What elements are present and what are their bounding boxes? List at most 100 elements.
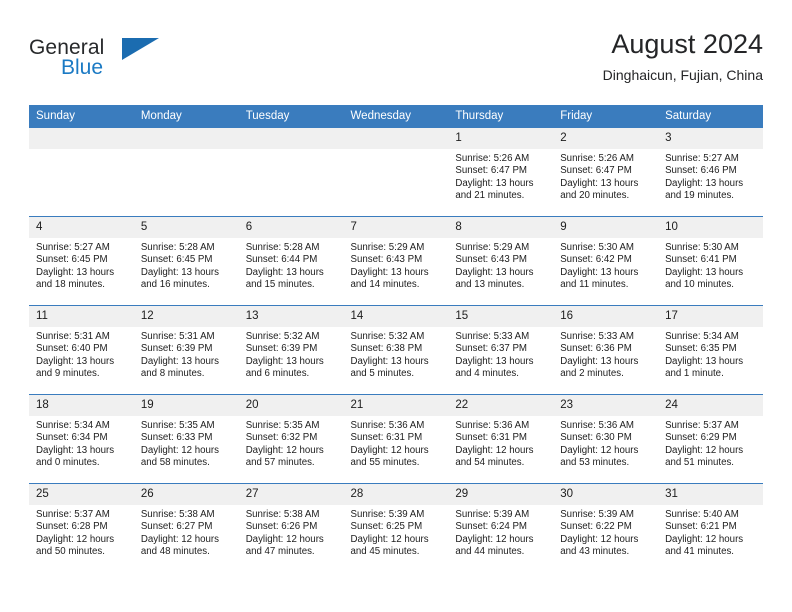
day-cell-inner: 21 Sunrise: 5:36 AM Sunset: 6:31 PM Dayligh… xyxy=(343,395,449,483)
calendar-day-cell[interactable]: 7 Sunrise: 5:29 AM Sunset: 6:43 PM Daylight… xyxy=(343,216,449,306)
calendar-day-cell[interactable]: 11 Sunrise: 5:31 AM Sunset: 6:40 PM Dayligh… xyxy=(29,305,134,395)
calendar-day-cell[interactable]: 30 Sunrise: 5:39 AM Sunset: 6:22 PM Dayligh… xyxy=(553,483,659,572)
calendar-day-cell[interactable]: 5 Sunrise: 5:28 AM Sunset: 6:45 PM Daylight… xyxy=(133,216,239,306)
daylight-hours-text: Daylight: 13 hours xyxy=(350,266,429,278)
calendar-week-row: 18 Sunrise: 5:34 AM Sunset: 6:34 PM Dayligh… xyxy=(29,394,763,484)
calendar-day-cell[interactable]: 27 Sunrise: 5:38 AM Sunset: 6:26 PM Dayligh… xyxy=(238,483,344,572)
calendar-day-cell[interactable]: 1 Sunrise: 5:26 AM Sunset: 6:47 PM Daylight… xyxy=(448,128,554,217)
calendar-day-cell[interactable]: 3 Sunrise: 5:27 AM Sunset: 6:46 PM Daylight… xyxy=(658,128,763,217)
day-cell-inner: 26 Sunrise: 5:38 AM Sunset: 6:27 PM Dayligh… xyxy=(133,484,239,572)
weekday-header-monday: Monday xyxy=(133,105,239,128)
calendar-day-cell[interactable]: 24 Sunrise: 5:37 AM Sunset: 6:29 PM Dayligh… xyxy=(658,394,763,484)
general-blue-logo[interactable]: General Blue xyxy=(29,36,249,88)
sunset-text: Sunset: 6:39 PM xyxy=(245,343,318,355)
daylight-minutes-text: and 0 minutes. xyxy=(36,457,100,469)
day-sun-info: Sunrise: 5:37 AM Sunset: 6:29 PM Daylight:… xyxy=(658,416,763,470)
calendar-week-row: 1 Sunrise: 5:26 AM Sunset: 6:47 PM Daylight… xyxy=(29,128,763,217)
daylight-minutes-text: and 8 minutes. xyxy=(140,368,205,380)
daylight-minutes-text: and 4 minutes. xyxy=(455,368,519,380)
day-number: 13 xyxy=(238,306,344,327)
sunrise-text: Sunrise: 5:39 AM xyxy=(560,509,634,520)
daylight-hours-text: Daylight: 12 hours xyxy=(350,444,429,456)
day-number: 17 xyxy=(658,306,763,327)
day-number: 2 xyxy=(553,128,659,149)
day-cell-inner: 17 Sunrise: 5:34 AM Sunset: 6:35 PM Dayligh… xyxy=(658,306,763,394)
day-cell-inner: 27 Sunrise: 5:38 AM Sunset: 6:26 PM Dayligh… xyxy=(238,484,344,572)
calendar-day-cell[interactable]: 6 Sunrise: 5:28 AM Sunset: 6:44 PM Daylight… xyxy=(238,216,344,306)
daylight-hours-text: Daylight: 12 hours xyxy=(140,533,219,545)
day-cell-inner xyxy=(238,128,344,216)
day-number: 8 xyxy=(448,217,554,238)
day-sun-info: Sunrise: 5:38 AM Sunset: 6:26 PM Daylight:… xyxy=(239,505,344,559)
calendar-day-cell[interactable]: 4 Sunrise: 5:27 AM Sunset: 6:45 PM Daylight… xyxy=(29,216,134,306)
day-sun-info: Sunrise: 5:39 AM Sunset: 6:25 PM Daylight:… xyxy=(344,505,449,559)
daylight-hours-text: Daylight: 13 hours xyxy=(455,266,534,278)
calendar-body: 1 Sunrise: 5:26 AM Sunset: 6:47 PM Daylight… xyxy=(29,128,763,572)
calendar-day-cell[interactable]: 8 Sunrise: 5:29 AM Sunset: 6:43 PM Daylight… xyxy=(448,216,554,306)
day-number: 15 xyxy=(448,306,554,327)
sunset-text: Sunset: 6:28 PM xyxy=(36,521,108,533)
calendar-day-cell[interactable]: 17 Sunrise: 5:34 AM Sunset: 6:35 PM Dayligh… xyxy=(658,305,763,395)
daylight-minutes-text: and 57 minutes. xyxy=(245,457,315,469)
sunrise-text: Sunrise: 5:28 AM xyxy=(140,242,215,253)
sunset-text: Sunset: 6:31 PM xyxy=(350,432,423,444)
calendar-day-cell[interactable]: 13 Sunrise: 5:32 AM Sunset: 6:39 PM Dayligh… xyxy=(238,305,344,395)
calendar-day-cell[interactable]: 22 Sunrise: 5:36 AM Sunset: 6:31 PM Dayligh… xyxy=(448,394,554,484)
calendar-day-cell[interactable]: 12 Sunrise: 5:31 AM Sunset: 6:39 PM Dayligh… xyxy=(133,305,239,395)
day-number: 7 xyxy=(343,217,449,238)
day-cell-inner xyxy=(343,128,449,216)
daylight-minutes-text: and 55 minutes. xyxy=(350,457,420,469)
day-cell-inner: 8 Sunrise: 5:29 AM Sunset: 6:43 PM Daylight… xyxy=(448,217,554,305)
day-sun-info: Sunrise: 5:27 AM Sunset: 6:45 PM Daylight:… xyxy=(29,238,134,292)
calendar-day-cell[interactable]: 29 Sunrise: 5:39 AM Sunset: 6:24 PM Dayligh… xyxy=(448,483,554,572)
day-cell-inner: 22 Sunrise: 5:36 AM Sunset: 6:31 PM Dayligh… xyxy=(448,395,554,483)
day-number: 4 xyxy=(29,217,134,238)
day-number: 21 xyxy=(343,395,449,416)
day-sun-info: Sunrise: 5:29 AM Sunset: 6:43 PM Daylight:… xyxy=(448,238,553,292)
day-cell-inner: 20 Sunrise: 5:35 AM Sunset: 6:32 PM Dayligh… xyxy=(238,395,344,483)
sunrise-text: Sunrise: 5:32 AM xyxy=(245,331,320,342)
sunrise-text: Sunrise: 5:34 AM xyxy=(36,420,110,431)
calendar-day-cell[interactable]: 16 Sunrise: 5:33 AM Sunset: 6:36 PM Dayligh… xyxy=(553,305,659,395)
calendar-day-cell[interactable]: 28 Sunrise: 5:39 AM Sunset: 6:25 PM Dayligh… xyxy=(343,483,449,572)
daylight-minutes-text: and 2 minutes. xyxy=(560,368,624,380)
calendar-day-cell[interactable]: 15 Sunrise: 5:33 AM Sunset: 6:37 PM Dayligh… xyxy=(448,305,554,395)
day-cell-inner xyxy=(29,128,134,216)
day-cell-inner: 15 Sunrise: 5:33 AM Sunset: 6:37 PM Dayligh… xyxy=(448,306,554,394)
sunset-text: Sunset: 6:38 PM xyxy=(350,343,423,355)
sunset-text: Sunset: 6:35 PM xyxy=(665,343,737,355)
calendar-week-row: 25 Sunrise: 5:37 AM Sunset: 6:28 PM Dayligh… xyxy=(29,483,763,572)
sunset-text: Sunset: 6:22 PM xyxy=(560,521,632,533)
calendar-day-cell[interactable]: 21 Sunrise: 5:36 AM Sunset: 6:31 PM Dayligh… xyxy=(343,394,449,484)
daylight-minutes-text: and 41 minutes. xyxy=(665,546,734,558)
sunset-text: Sunset: 6:25 PM xyxy=(350,521,423,533)
daylight-minutes-text: and 45 minutes. xyxy=(350,546,420,558)
calendar-day-cell[interactable]: 14 Sunrise: 5:32 AM Sunset: 6:38 PM Dayligh… xyxy=(343,305,449,395)
day-sun-info: Sunrise: 5:36 AM Sunset: 6:31 PM Daylight:… xyxy=(448,416,553,470)
calendar-day-cell[interactable]: 18 Sunrise: 5:34 AM Sunset: 6:34 PM Dayligh… xyxy=(29,394,134,484)
calendar-day-cell[interactable]: 23 Sunrise: 5:36 AM Sunset: 6:30 PM Dayligh… xyxy=(553,394,659,484)
sunset-text: Sunset: 6:29 PM xyxy=(665,432,737,444)
daylight-minutes-text: and 54 minutes. xyxy=(455,457,525,469)
day-number xyxy=(133,128,239,149)
daylight-hours-text: Daylight: 13 hours xyxy=(350,355,429,367)
day-sun-info: Sunrise: 5:34 AM Sunset: 6:35 PM Daylight:… xyxy=(658,327,763,381)
calendar-day-cell[interactable]: 20 Sunrise: 5:35 AM Sunset: 6:32 PM Dayligh… xyxy=(238,394,344,484)
calendar-day-cell[interactable]: 9 Sunrise: 5:30 AM Sunset: 6:42 PM Daylight… xyxy=(553,216,659,306)
calendar-day-cell[interactable]: 2 Sunrise: 5:26 AM Sunset: 6:47 PM Daylight… xyxy=(553,128,659,217)
day-number: 9 xyxy=(553,217,659,238)
calendar-day-cell[interactable]: 26 Sunrise: 5:38 AM Sunset: 6:27 PM Dayligh… xyxy=(133,483,239,572)
day-number: 5 xyxy=(133,217,239,238)
sunrise-text: Sunrise: 5:35 AM xyxy=(245,420,320,431)
daylight-minutes-text: and 43 minutes. xyxy=(560,546,630,558)
day-number: 3 xyxy=(658,128,763,149)
sunset-text: Sunset: 6:27 PM xyxy=(140,521,213,533)
calendar-day-cell[interactable]: 25 Sunrise: 5:37 AM Sunset: 6:28 PM Dayligh… xyxy=(29,483,134,572)
calendar-day-cell[interactable]: 10 Sunrise: 5:30 AM Sunset: 6:41 PM Dayligh… xyxy=(658,216,763,306)
calendar-day-cell[interactable]: 19 Sunrise: 5:35 AM Sunset: 6:33 PM Dayligh… xyxy=(133,394,239,484)
daylight-hours-text: Daylight: 13 hours xyxy=(245,355,324,367)
sunrise-text: Sunrise: 5:38 AM xyxy=(140,509,215,520)
calendar-day-cell[interactable]: 31 Sunrise: 5:40 AM Sunset: 6:21 PM Dayligh… xyxy=(658,483,763,572)
calendar-header-row: Sunday Monday Tuesday Wednesday Thursday… xyxy=(29,105,763,128)
daylight-minutes-text: and 50 minutes. xyxy=(36,546,105,558)
